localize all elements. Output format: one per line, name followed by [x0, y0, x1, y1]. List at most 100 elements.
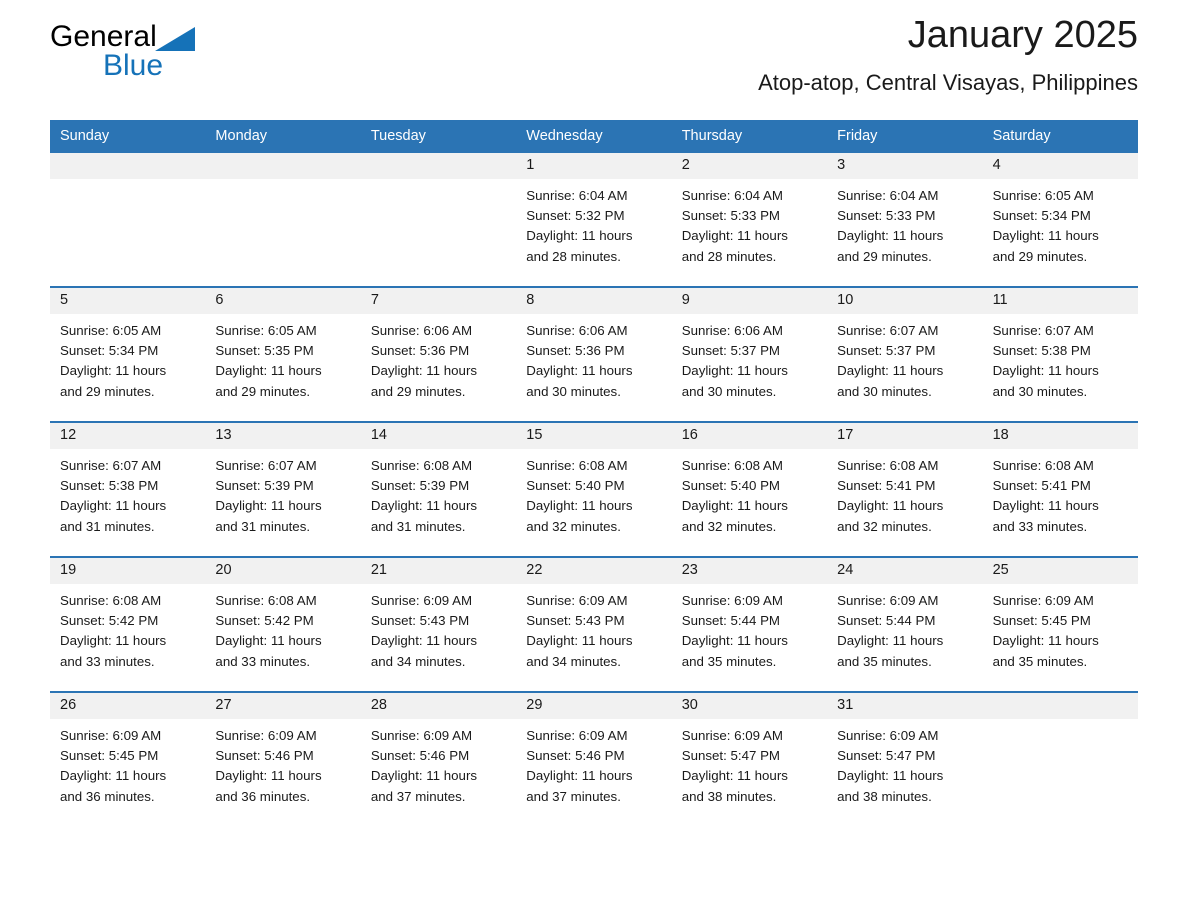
- calendar-day-cell[interactable]: 22 Sunrise: 6:09 AM Sunset: 5:43 PM Dayligh…: [516, 558, 672, 691]
- day-number: 27: [215, 697, 232, 713]
- calendar-day-cell[interactable]: 23 Sunrise: 6:09 AM Sunset: 5:44 PM Dayligh…: [671, 558, 828, 691]
- day-detail-line: Daylight: 11 hours: [370, 768, 478, 784]
- day-number-band: 27: [205, 693, 361, 719]
- day-details: Sunrise: 6:05 AM Sunset: 5:34 PM Daylight:…: [983, 179, 1138, 267]
- day-detail-line: Sunrise: 6:09 AM: [60, 728, 162, 743]
- calendar-day-cell[interactable]: 14 Sunrise: 6:08 AM Sunset: 5:39 PM Dayligh…: [360, 423, 517, 556]
- calendar-day-cell[interactable]: 20 Sunrise: 6:08 AM Sunset: 5:42 PM Dayligh…: [205, 558, 361, 691]
- day-number: 7: [370, 292, 379, 308]
- day-number: 6: [215, 292, 224, 308]
- calendar-day-cell[interactable]: 15 Sunrise: 6:08 AM Sunset: 5:40 PM Dayligh…: [516, 423, 672, 556]
- calendar-day-cell[interactable]: 11 Sunrise: 6:07 AM Sunset: 5:38 PM Dayligh…: [982, 288, 1138, 421]
- calendar-day-cell[interactable]: 2 Sunrise: 6:04 AM Sunset: 5:33 PM Daylight…: [671, 153, 828, 286]
- calendar-day-cell[interactable]: 31 Sunrise: 6:09 AM Sunset: 5:47 PM Dayligh…: [827, 693, 983, 826]
- calendar-day-cell[interactable]: 6 Sunrise: 6:05 AM Sunset: 5:35 PM Daylight…: [205, 288, 361, 421]
- day-number-band: 10: [827, 288, 983, 314]
- day-detail-line: and 38 minutes.: [837, 788, 932, 804]
- day-number: 8: [526, 292, 535, 308]
- calendar-day-cell[interactable]: 29 Sunrise: 6:09 AM Sunset: 5:46 PM Dayligh…: [516, 693, 672, 826]
- day-number-band: 24: [827, 558, 983, 584]
- day-detail-line: Sunset: 5:41 PM: [992, 478, 1091, 494]
- calendar-day-cell[interactable]: 28 Sunrise: 6:09 AM Sunset: 5:46 PM Dayligh…: [360, 693, 517, 826]
- calendar-day-cell[interactable]: 9 Sunrise: 6:06 AM Sunset: 5:37 PM Daylight…: [671, 288, 828, 421]
- day-number-band: 30: [671, 693, 828, 719]
- day-detail-line: Sunset: 5:45 PM: [992, 613, 1091, 629]
- day-detail-line: Sunset: 5:32 PM: [526, 208, 625, 224]
- day-number-band: 12: [50, 423, 206, 449]
- day-detail-line: Sunrise: 6:07 AM: [837, 323, 939, 338]
- calendar-day-cell[interactable]: 24 Sunrise: 6:09 AM Sunset: 5:44 PM Dayligh…: [827, 558, 983, 691]
- day-number-band: 15: [516, 423, 672, 449]
- day-number-band: 17: [827, 423, 983, 449]
- calendar-day-cell[interactable]: 13 Sunrise: 6:07 AM Sunset: 5:39 PM Dayligh…: [205, 423, 361, 556]
- day-number-band: 9: [671, 288, 828, 314]
- day-number-band: 3: [827, 153, 983, 179]
- calendar-day-cell[interactable]: 26 Sunrise: 6:09 AM Sunset: 5:45 PM Dayligh…: [50, 693, 206, 826]
- day-details: Sunrise: 6:08 AM Sunset: 5:42 PM Daylight:…: [205, 584, 360, 672]
- calendar-day-cell[interactable]: 19 Sunrise: 6:08 AM Sunset: 5:42 PM Dayligh…: [50, 558, 206, 691]
- day-detail-line: and 37 minutes.: [526, 788, 621, 804]
- day-details: Sunrise: 6:08 AM Sunset: 5:40 PM Daylight:…: [516, 449, 671, 537]
- calendar-day-cell[interactable]: 25 Sunrise: 6:09 AM Sunset: 5:45 PM Dayligh…: [982, 558, 1138, 691]
- day-detail-line: and 29 minutes.: [370, 383, 466, 399]
- calendar-day-cell[interactable]: 27 Sunrise: 6:09 AM Sunset: 5:46 PM Dayligh…: [205, 693, 361, 826]
- day-detail-line: Sunrise: 6:04 AM: [837, 188, 939, 203]
- day-detail-line: Sunset: 5:43 PM: [526, 613, 625, 629]
- weekday-header-sunday: Sunday: [60, 128, 110, 144]
- day-detail-line: Sunrise: 6:09 AM: [837, 728, 939, 743]
- day-number: 30: [681, 697, 698, 713]
- day-detail-line: Sunrise: 6:09 AM: [837, 593, 939, 608]
- calendar-day-cell[interactable]: 16 Sunrise: 6:08 AM Sunset: 5:40 PM Dayligh…: [671, 423, 828, 556]
- day-detail-line: Sunset: 5:39 PM: [370, 478, 470, 494]
- calendar-day-cell[interactable]: 18 Sunrise: 6:08 AM Sunset: 5:41 PM Dayligh…: [982, 423, 1138, 556]
- day-detail-line: Daylight: 11 hours: [837, 228, 944, 244]
- calendar-day-cell[interactable]: 7 Sunrise: 6:06 AM Sunset: 5:36 PM Daylight…: [360, 288, 517, 421]
- day-detail-line: Daylight: 11 hours: [60, 498, 167, 514]
- day-number-band: 14: [360, 423, 517, 449]
- day-number: 21: [370, 562, 387, 578]
- calendar-day-cell[interactable]: 30 Sunrise: 6:09 AM Sunset: 5:47 PM Dayligh…: [671, 693, 828, 826]
- calendar-day-cell[interactable]: 21 Sunrise: 6:09 AM Sunset: 5:43 PM Dayligh…: [360, 558, 517, 691]
- weekday-header-tuesday: Tuesday: [370, 128, 426, 144]
- day-details: Sunrise: 6:08 AM Sunset: 5:39 PM Daylight:…: [361, 449, 516, 537]
- day-detail-line: and 29 minutes.: [215, 383, 311, 399]
- day-details: Sunrise: 6:09 AM Sunset: 5:45 PM Daylight:…: [983, 584, 1138, 672]
- calendar-day-cell[interactable]: 8 Sunrise: 6:06 AM Sunset: 5:36 PM Daylight…: [516, 288, 672, 421]
- day-number: 26: [60, 697, 77, 713]
- day-detail-line: Daylight: 11 hours: [992, 228, 1099, 244]
- day-details: [50, 179, 205, 186]
- day-number: 24: [837, 562, 854, 578]
- day-detail-line: Sunset: 5:37 PM: [681, 343, 781, 359]
- day-number-band: 8: [516, 288, 672, 314]
- calendar-day-cell[interactable]: 3 Sunrise: 6:04 AM Sunset: 5:33 PM Daylight…: [827, 153, 983, 286]
- calendar-day-cell[interactable]: 1 Sunrise: 6:04 AM Sunset: 5:32 PM Daylight…: [516, 153, 672, 286]
- calendar-day-cell[interactable]: 4 Sunrise: 6:05 AM Sunset: 5:34 PM Daylight…: [982, 153, 1138, 286]
- calendar-day-cell[interactable]: 17 Sunrise: 6:08 AM Sunset: 5:41 PM Dayligh…: [827, 423, 983, 556]
- day-detail-line: Sunrise: 6:09 AM: [681, 593, 783, 608]
- calendar-day-cell[interactable]: 10 Sunrise: 6:07 AM Sunset: 5:37 PM Dayligh…: [827, 288, 983, 421]
- day-details: Sunrise: 6:06 AM Sunset: 5:36 PM Daylight:…: [516, 314, 671, 402]
- day-detail-line: Sunrise: 6:06 AM: [681, 323, 783, 338]
- calendar-day-cell-empty: [982, 693, 1138, 826]
- day-detail-line: and 31 minutes.: [370, 518, 466, 534]
- day-number: 25: [992, 562, 1009, 578]
- day-detail-line: and 33 minutes.: [60, 653, 155, 669]
- day-detail-line: and 35 minutes.: [992, 653, 1088, 669]
- day-detail-line: Sunset: 5:41 PM: [837, 478, 936, 494]
- day-details: Sunrise: 6:09 AM Sunset: 5:43 PM Daylight:…: [516, 584, 671, 672]
- day-number-band: [982, 693, 1138, 719]
- page-subtitle: Atop-atop, Central Visayas, Philippines: [758, 70, 1138, 95]
- calendar-day-cell[interactable]: 5 Sunrise: 6:05 AM Sunset: 5:34 PM Daylight…: [50, 288, 206, 421]
- day-number: 5: [60, 292, 69, 308]
- day-detail-line: Sunset: 5:40 PM: [681, 478, 781, 494]
- day-detail-line: Sunset: 5:35 PM: [215, 343, 314, 359]
- calendar-day-cell[interactable]: 12 Sunrise: 6:07 AM Sunset: 5:38 PM Dayligh…: [50, 423, 206, 556]
- day-detail-line: Sunrise: 6:09 AM: [526, 728, 628, 743]
- day-number-band: 4: [982, 153, 1138, 179]
- day-detail-line: Sunrise: 6:07 AM: [992, 323, 1094, 338]
- weekday-header-monday: Monday: [215, 128, 268, 144]
- calendar-day-cell-empty: [205, 153, 361, 286]
- day-detail-line: Sunrise: 6:08 AM: [526, 458, 628, 473]
- day-number-band: 5: [50, 288, 206, 314]
- day-details: Sunrise: 6:08 AM Sunset: 5:41 PM Daylight:…: [983, 449, 1138, 537]
